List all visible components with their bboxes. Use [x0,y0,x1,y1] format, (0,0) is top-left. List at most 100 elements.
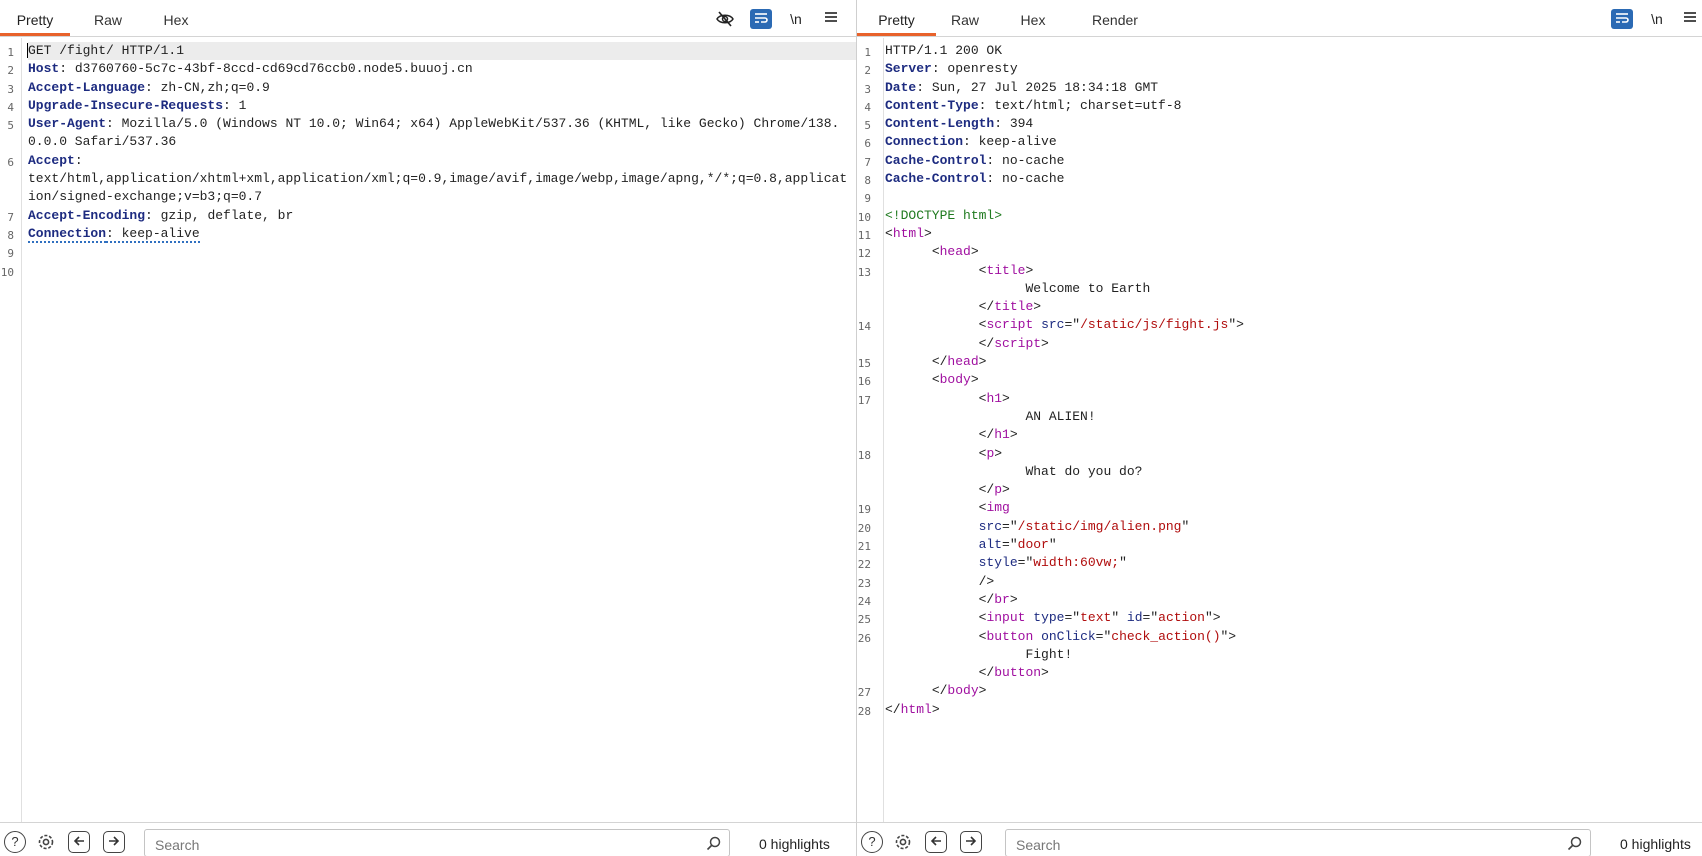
request-editor[interactable]: 1 GET /fight/ HTTP/1.1 2 Host: d3760760-5c7… [0,38,856,822]
arrow-right-icon[interactable] [960,831,982,853]
code-line[interactable]: 1 HTTP/1.1 200 OK [857,42,1702,60]
help-icon[interactable]: ? [861,831,883,853]
code-line[interactable]: 20 src="/static/img/alien.png" [857,518,1702,536]
code-line[interactable]: 14 <script src="/static/js/fight.js"> </… [857,316,1702,353]
response-editor[interactable]: 1 HTTP/1.1 200 OK 2 Server: openresty 3 Date:… [857,38,1702,822]
wrap-lines-icon[interactable] [1611,9,1633,29]
code-line[interactable]: 13 <title> Welcome to Earth </title> [857,262,1702,317]
tab-render[interactable]: Render [1075,0,1155,36]
code-token: : text/html; charset=utf-8 [978,97,1182,113]
line-content: <head> [885,243,1702,261]
code-line[interactable]: 27 </body> [857,682,1702,700]
code-line[interactable]: 9 [857,188,1702,206]
tab-pretty[interactable]: Pretty [0,0,70,36]
code-token: </ [885,354,948,370]
code-line[interactable]: 3 Date: Sun, 27 Jul 2025 18:34:18 GMT [857,79,1702,97]
code-line[interactable]: 3 Accept-Language: zh-CN,zh;q=0.9 [0,79,856,97]
response-code-lines: 1 HTTP/1.1 200 OK 2 Server: openresty 3 Date:… [857,42,1702,719]
code-line[interactable]: 5 Content-Length: 394 [857,115,1702,133]
code-line[interactable]: 28 </html> [857,701,1702,719]
request-pane: Pretty Raw Hex \n 1 GET /fight/ HTTP/1.1 2… [0,0,856,856]
wrap-lines-icon[interactable] [750,9,772,29]
line-number: 11 [857,228,871,242]
code-line[interactable]: 8 Cache-Control: no-cache [857,170,1702,188]
newline-toggle[interactable]: \n [785,9,807,29]
arrow-right-icon[interactable] [103,831,125,853]
code-token: body [939,372,971,388]
code-token: : keep-alive [963,134,1057,150]
code-token: < [885,262,987,278]
line-content: </br> [885,591,1702,609]
code-line[interactable]: 2 Host: d3760760-5c7c-43bf-8ccd-cd69cd76c… [0,60,856,78]
code-line[interactable]: 6 Accept: text/html,application/xhtml+xml… [0,152,856,207]
newline-toggle[interactable]: \n [1646,9,1668,29]
line-content: </body> [885,682,1702,700]
code-line[interactable]: 21 alt="door" [857,536,1702,554]
code-line[interactable]: 18 <p> What do you do? </p> [857,445,1702,500]
code-line[interactable]: 10 <!DOCTYPE html> [857,207,1702,225]
code-token: > [970,244,979,260]
help-icon[interactable]: ? [4,831,26,853]
search-icon[interactable] [706,836,721,856]
code-line[interactable]: 22 style="width:60vw;" [857,554,1702,572]
search-box [1005,829,1591,856]
line-number: 28 [857,704,871,718]
code-line[interactable]: 24 </br> [857,591,1702,609]
search-input[interactable] [145,830,729,856]
line-number: 24 [857,594,871,608]
code-token: br [994,591,1010,607]
request-tabbar: Pretty Raw Hex \n [0,0,856,37]
code-token: > [931,701,940,717]
arrow-left-icon[interactable] [925,831,947,853]
line-content: <img [885,499,1702,517]
code-token: /> [885,573,995,589]
code-line[interactable]: 9 [0,243,856,261]
line-number: 13 [857,265,871,279]
code-token: Connection [28,225,107,243]
tab-hex[interactable]: Hex [1003,0,1063,36]
code-line[interactable]: 23 /> [857,573,1702,591]
code-token: head [939,244,971,260]
code-token: =" [1095,628,1112,644]
code-line[interactable]: 4 Upgrade-Insecure-Requests: 1 [0,97,856,115]
code-token: > [978,354,987,370]
code-line[interactable]: 11 <html> [857,225,1702,243]
code-token: ET /fight/ HTTP/1.1 [35,43,185,58]
code-line[interactable]: 15 </head> [857,353,1702,371]
code-line[interactable]: 12 <head> [857,243,1702,261]
code-line[interactable]: 10 [0,262,856,280]
code-line[interactable]: 7 Accept-Encoding: gzip, deflate, br [0,207,856,225]
code-line[interactable]: 17 <h1> AN ALIEN! </h1> [857,390,1702,445]
code-line[interactable]: 8 Connection: keep-alive [0,225,856,243]
gear-icon[interactable] [892,831,914,853]
code-token: alt [885,537,1003,553]
code-line[interactable]: 5 User-Agent: Mozilla/5.0 (Windows NT 10.… [0,115,856,152]
code-line[interactable]: 7 Cache-Control: no-cache [857,152,1702,170]
line-content: <button onClick="check_action()"> Fight!… [885,628,1702,683]
code-token: " [1111,610,1127,626]
tab-pretty[interactable]: Pretty [857,0,936,36]
code-token: door [1017,537,1049,553]
code-line[interactable]: 6 Connection: keep-alive [857,133,1702,151]
arrow-left-icon[interactable] [68,831,90,853]
line-content: <title> Welcome to Earth </title> [885,262,1702,317]
code-line[interactable]: 1 GET /fight/ HTTP/1.1 [0,42,856,61]
code-line[interactable]: 4 Content-Type: text/html; charset=utf-8 [857,97,1702,115]
code-token: Accept-Encoding [28,207,146,223]
tab-hex[interactable]: Hex [146,0,206,36]
search-input[interactable] [1006,830,1590,856]
search-box [144,829,730,856]
tab-raw[interactable]: Raw [937,0,993,36]
code-line[interactable]: 19 <img [857,499,1702,517]
code-token: style [885,555,1018,571]
code-line[interactable]: 2 Server: openresty [857,60,1702,78]
gear-icon[interactable] [35,831,57,853]
code-line[interactable]: 25 <input type="text" id="action"> [857,609,1702,627]
hamburger-menu-icon[interactable] [820,9,842,29]
tab-raw[interactable]: Raw [80,0,136,36]
hamburger-menu-icon[interactable] [1679,9,1701,29]
code-line[interactable]: 26 <button onClick="check_action()"> Fig… [857,628,1702,683]
search-icon[interactable] [1567,836,1582,856]
code-line[interactable]: 16 <body> [857,371,1702,389]
eye-slash-icon[interactable] [714,9,736,29]
